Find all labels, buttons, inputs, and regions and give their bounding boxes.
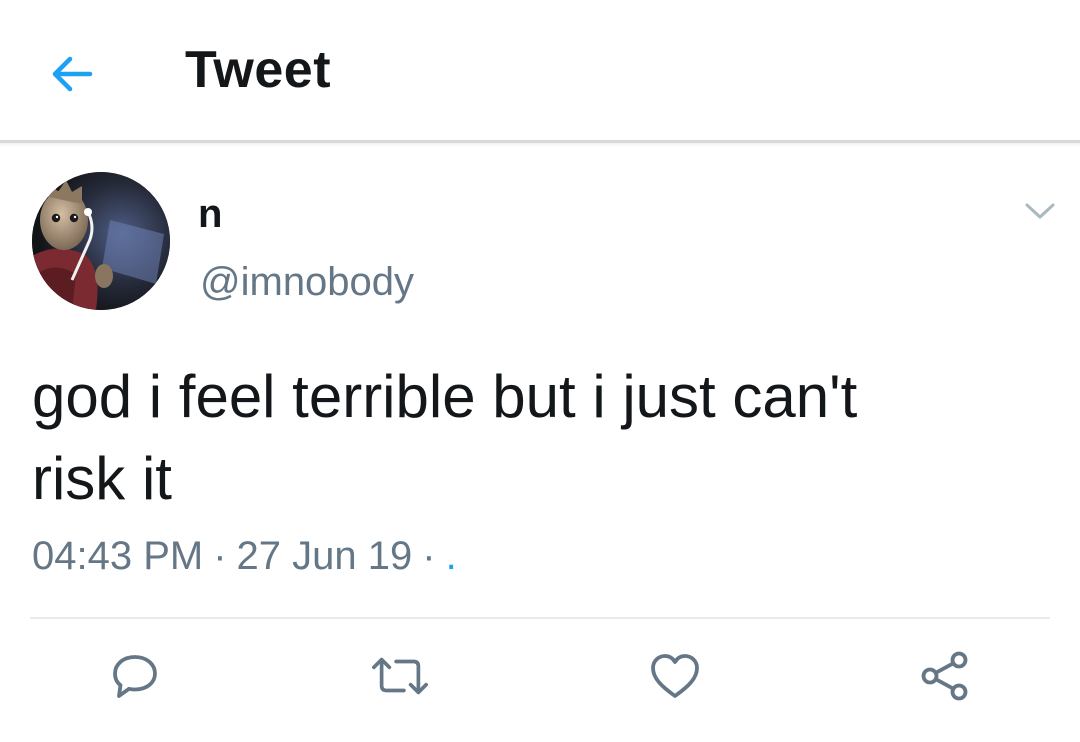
avatar[interactable]	[32, 172, 170, 310]
like-button[interactable]	[645, 648, 705, 704]
chevron-down-icon	[1025, 203, 1055, 219]
tweet-source-link[interactable]: .	[446, 534, 457, 578]
tweet-time: 04:43 PM	[32, 534, 204, 578]
arrow-left-icon	[52, 56, 93, 92]
retweet-button[interactable]	[370, 648, 430, 704]
tweet-options-button[interactable]	[1018, 196, 1062, 226]
author-handle[interactable]: @imnobody	[200, 260, 414, 305]
avatar-image	[32, 172, 170, 310]
divider	[30, 617, 1050, 619]
reply-icon	[113, 655, 157, 698]
reply-button[interactable]	[105, 648, 165, 704]
page-title: Tweet	[185, 41, 332, 99]
share-button[interactable]	[915, 648, 975, 704]
separator-dot: ·	[213, 534, 227, 578]
tweet-detail-screen: Tweet n @imnobody god i feel terrible bu…	[0, 0, 1080, 742]
tweet-text-line: god i feel terrible but i just can't	[32, 363, 858, 430]
back-button[interactable]	[44, 46, 100, 102]
tweet-text: god i feel terrible but i just can't ris…	[32, 356, 1042, 520]
tweet-date: 27 Jun 19	[236, 534, 413, 578]
tweet-timestamp-row: 04:43 PM · 27 Jun 19 ·.	[32, 534, 457, 579]
separator-dot: ·	[422, 534, 436, 578]
heart-icon	[651, 654, 699, 698]
retweet-icon	[372, 657, 428, 695]
author-display-name[interactable]: n	[198, 192, 222, 237]
tweet-text-line: risk it	[32, 445, 172, 512]
share-icon	[921, 651, 968, 701]
top-app-bar: Tweet	[0, 0, 1080, 143]
